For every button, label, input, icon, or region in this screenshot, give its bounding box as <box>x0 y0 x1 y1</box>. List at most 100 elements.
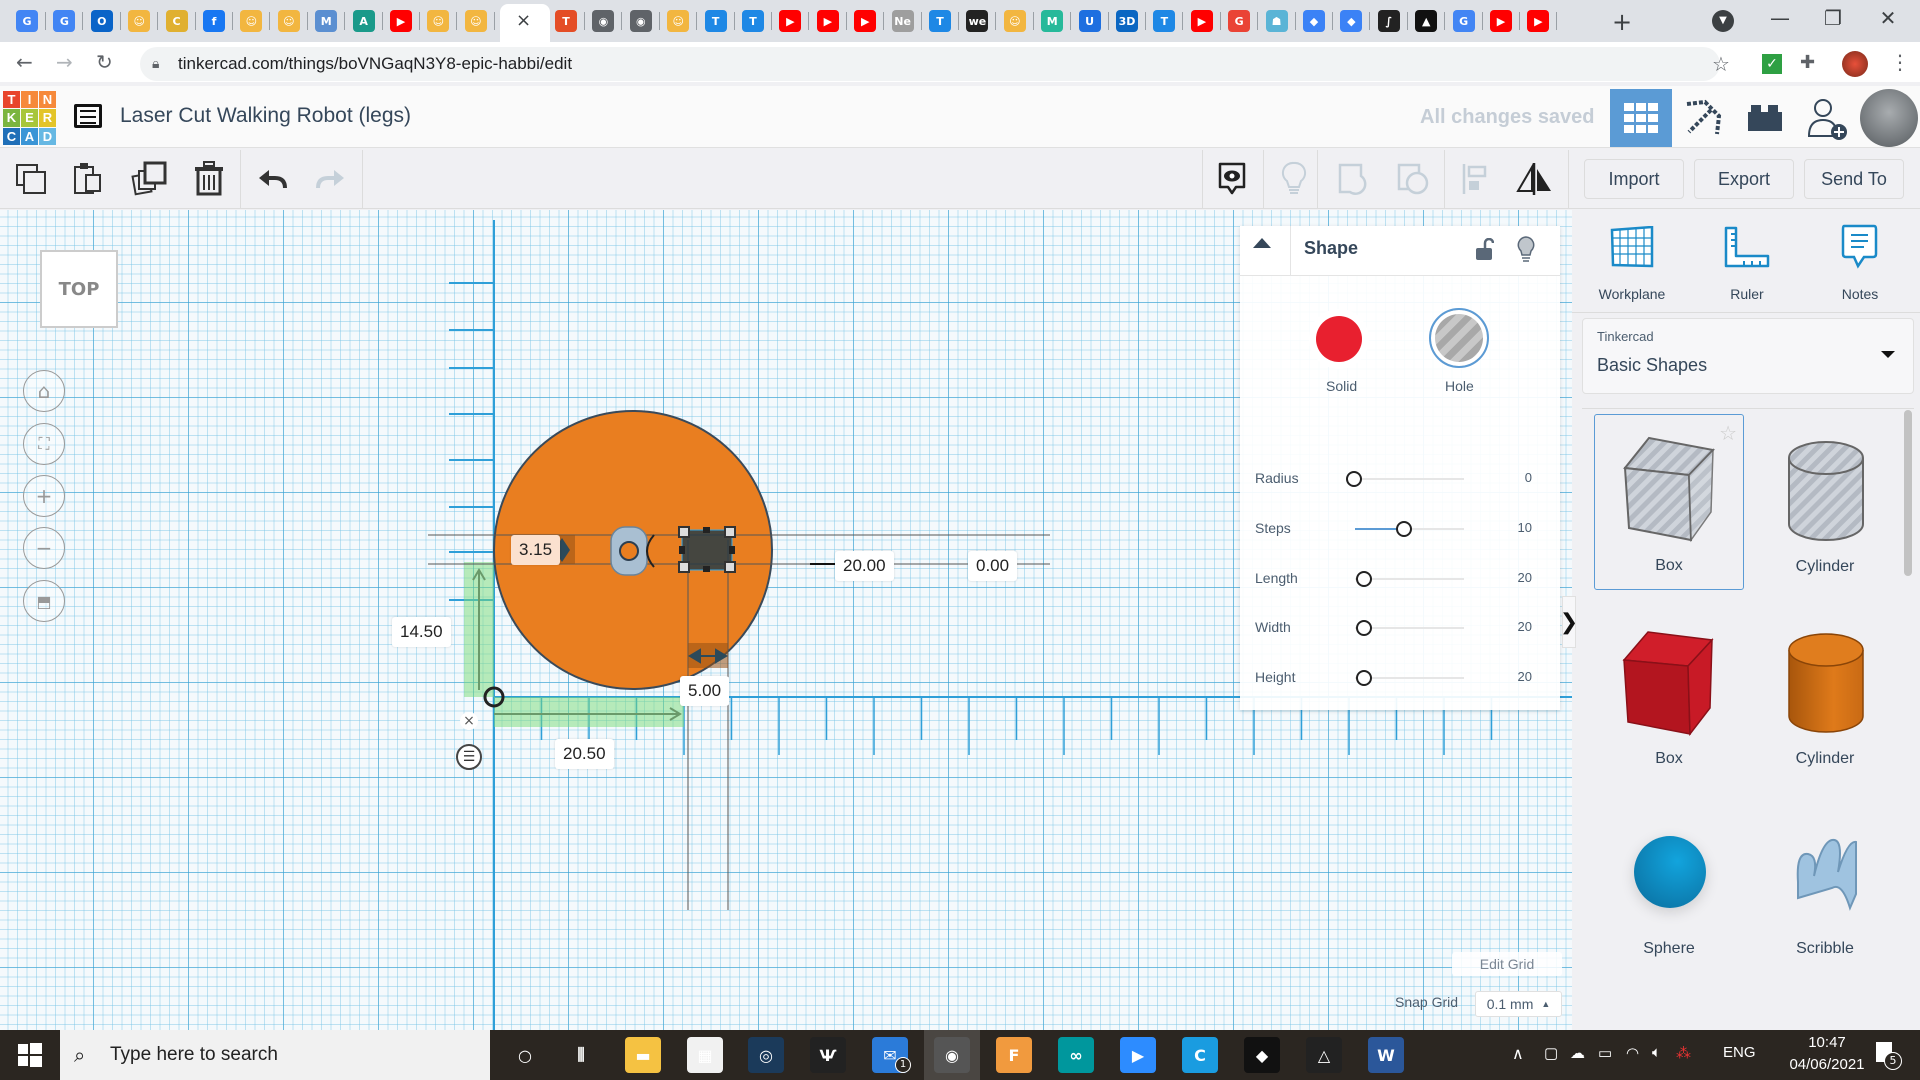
tab-google-icon[interactable]: G <box>1452 10 1475 32</box>
delete-button[interactable] <box>190 160 228 198</box>
shape-box-hole[interactable]: ☆ Box <box>1594 414 1744 590</box>
volume-icon[interactable]: 🔈︎ <box>1652 1044 1661 1061</box>
hide-button[interactable] <box>1275 160 1313 198</box>
design-list-icon[interactable] <box>74 104 102 128</box>
close-tab-icon[interactable]: × <box>516 10 531 31</box>
app-tray-icon[interactable]: ⁂ <box>1676 1044 1691 1062</box>
export-button[interactable]: Export <box>1694 159 1794 199</box>
tab-inkscape-icon[interactable]: ▲ <box>1415 10 1438 32</box>
param-value[interactable]: 10 <box>1492 520 1532 535</box>
wifi-icon[interactable]: ◠ <box>1626 1044 1639 1062</box>
tab-robot-avatar-icon[interactable]: ☺ <box>464 10 487 32</box>
active-tab[interactable]: × <box>500 4 550 42</box>
tab-robot-icon[interactable]: ☗ <box>1265 10 1288 32</box>
param-value[interactable]: 0 <box>1492 470 1532 485</box>
param-value[interactable]: 20 <box>1492 619 1532 634</box>
lock-icon[interactable]: 🔒︎ <box>152 56 159 72</box>
collapse-panel-button[interactable]: ❯ <box>1560 596 1578 648</box>
clock-time[interactable]: 10:47 <box>1790 1034 1864 1051</box>
collapse-inspector-icon[interactable] <box>1253 238 1271 248</box>
send-to-button[interactable]: Send To <box>1804 159 1904 199</box>
maximize-button[interactable]: ❐ <box>1813 6 1853 30</box>
favorite-star-icon[interactable]: ☆ <box>1719 421 1737 445</box>
language-indicator[interactable]: ENG <box>1723 1044 1756 1061</box>
tab-robot-avatar-icon[interactable]: ☺ <box>240 10 263 32</box>
taskbar-word-icon[interactable]: W <box>1368 1037 1404 1073</box>
snap-grid-select[interactable]: 0.1 mm ▲ <box>1475 991 1562 1017</box>
align-button[interactable] <box>1456 160 1494 198</box>
taskbar-microsoft-store-icon[interactable]: ▦ <box>687 1037 723 1073</box>
tab-instructables-icon[interactable]: T <box>704 10 727 32</box>
taskbar-steam-icon[interactable]: ◎ <box>748 1037 784 1073</box>
tab-integral-icon[interactable]: ∫ <box>1377 10 1400 32</box>
close-dimensions-icon[interactable]: × <box>460 712 478 730</box>
param-slider-knob[interactable] <box>1356 571 1372 587</box>
elevation-dimension[interactable]: 0.00 <box>968 551 1018 581</box>
shape-cylinder[interactable]: Cylinder <box>1750 606 1900 782</box>
back-button[interactable]: ← <box>16 50 33 74</box>
shape-cylinder-hole[interactable]: Cylinder <box>1750 414 1900 590</box>
edit-grid-button[interactable]: Edit Grid <box>1452 952 1562 976</box>
mirror-button[interactable] <box>1515 160 1553 198</box>
param-value[interactable]: 20 <box>1492 669 1532 684</box>
ruler-tool[interactable]: Ruler <box>1702 222 1792 302</box>
invite-user-button[interactable] <box>1796 89 1858 147</box>
tab-youtube-icon[interactable]: ▶ <box>390 10 412 32</box>
tab-search-icon[interactable]: ▼ <box>1712 10 1734 32</box>
tab-robot-avatar-icon[interactable]: ☺ <box>1003 10 1026 32</box>
group-button[interactable] <box>1335 160 1373 198</box>
taskbar-app-blue-diamond-icon[interactable]: ◆ <box>1244 1037 1280 1073</box>
paste-button[interactable] <box>70 160 108 198</box>
tab-tinkercad-icon[interactable]: T <box>555 10 577 32</box>
x-offset-dimension[interactable]: 20.50 <box>555 739 614 769</box>
show-hidden-icons[interactable]: ∧ <box>1512 1044 1524 1064</box>
shape-box[interactable]: Box <box>1594 606 1744 782</box>
start-button[interactable] <box>18 1043 42 1071</box>
tab-youtube-icon[interactable]: ▶ <box>779 10 802 32</box>
tab-robot-avatar-icon[interactable]: ☺ <box>128 10 151 32</box>
tab-instructables-icon[interactable]: T <box>929 10 951 32</box>
forward-button[interactable]: → <box>56 50 73 74</box>
solid-option[interactable] <box>1309 309 1369 369</box>
tab-youtube-icon[interactable]: ▶ <box>1190 10 1213 32</box>
y-offset-dimension[interactable]: 14.50 <box>392 617 451 647</box>
tab-book-icon[interactable]: ◆ <box>1303 10 1325 32</box>
undo-button[interactable] <box>253 160 291 198</box>
length-dimension[interactable]: 20.00 <box>835 551 894 581</box>
taskbar-prusa-slicer-icon[interactable]: △ <box>1306 1037 1342 1073</box>
extension-checkbox-icon[interactable]: ✓ <box>1762 54 1782 74</box>
tab-hex-m-icon[interactable]: M <box>315 10 338 32</box>
taskbar-zoom-icon[interactable]: ▶ <box>1120 1037 1156 1073</box>
tab-globe-icon[interactable]: ◉ <box>592 10 615 32</box>
workplane-tool[interactable]: Workplane <box>1587 222 1677 302</box>
ungroup-button[interactable] <box>1394 160 1432 198</box>
shape-sphere[interactable]: Sphere <box>1594 796 1744 972</box>
taskbar-fusion-360-icon[interactable]: F <box>996 1037 1032 1073</box>
3d-design-view-button[interactable] <box>1610 89 1672 147</box>
tab-youtube-icon[interactable]: ▶ <box>854 10 877 32</box>
profile-avatar[interactable] <box>1842 51 1868 77</box>
show-all-button[interactable] <box>1213 160 1251 198</box>
tab-we-icon[interactable]: we <box>966 10 989 32</box>
battery-icon[interactable]: ▭ <box>1598 1044 1612 1062</box>
onedrive-icon[interactable]: ☁ <box>1570 1044 1585 1062</box>
extensions-puzzle-icon[interactable]: ✚ <box>1800 52 1815 73</box>
param-slider-knob[interactable] <box>1356 670 1372 686</box>
tab-youtube-icon[interactable]: ▶ <box>1490 10 1512 32</box>
tab-globe-icon[interactable]: ◉ <box>629 10 652 32</box>
taskbar-predator-sense-icon[interactable]: Ѱ <box>810 1037 846 1073</box>
duplicate-button[interactable] <box>130 160 168 198</box>
tab-c-logo-icon[interactable]: C <box>165 10 188 32</box>
width-dimension[interactable]: 5.00 <box>680 676 730 706</box>
param-value[interactable]: 20 <box>1492 570 1532 585</box>
tab-google-translate-icon[interactable]: G <box>53 10 76 32</box>
shape-library-select[interactable]: Tinkercad Basic Shapes <box>1582 318 1914 394</box>
tab-u-logo-icon[interactable]: U <box>1078 10 1101 32</box>
notification-center[interactable]: 5 <box>1872 1040 1902 1070</box>
tab-instructables-icon[interactable]: T <box>1153 10 1176 32</box>
tab-robot-avatar-icon[interactable]: ☺ <box>667 10 690 32</box>
taskbar-file-explorer-icon[interactable]: ▬ <box>625 1037 661 1073</box>
blocks-pickaxe-button[interactable] <box>1672 89 1734 147</box>
tab-youtube-icon[interactable]: ▶ <box>1527 10 1550 32</box>
tab-robot-avatar-icon[interactable]: ☺ <box>277 10 300 32</box>
